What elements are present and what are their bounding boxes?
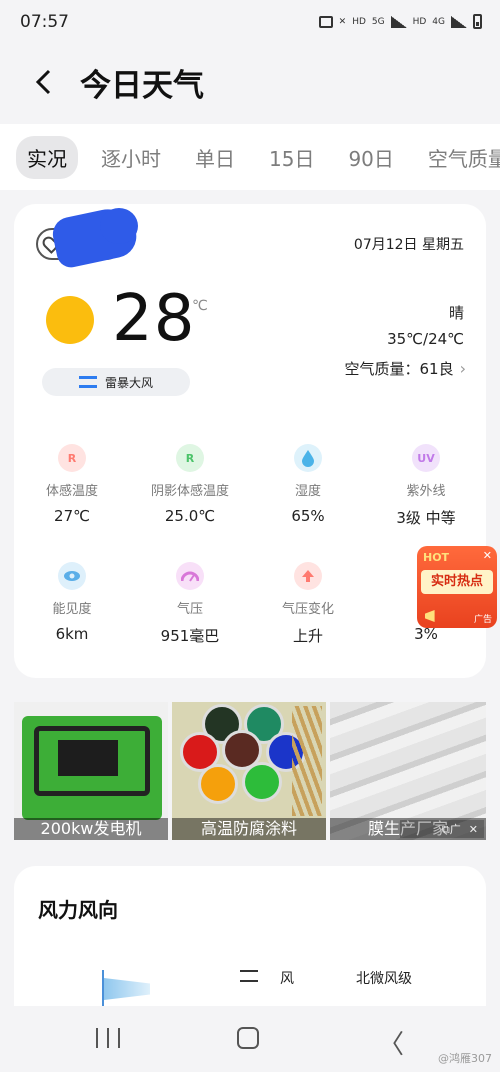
wind-label: 风 bbox=[280, 971, 294, 987]
back-button[interactable] bbox=[14, 52, 74, 112]
metric-label: 湿度 bbox=[294, 484, 321, 499]
message-icon bbox=[318, 15, 333, 28]
weather-card: 07月12日 星期五 28 ℃ 雷暴大风 晴 35℃/24℃ 空气质量：61良 … bbox=[14, 204, 497, 678]
metric-value: 65% bbox=[291, 507, 325, 525]
battery-icon bbox=[473, 14, 482, 29]
weather-alert[interactable]: 雷暴大风 bbox=[42, 368, 190, 396]
tab-90day[interactable]: 90日 bbox=[337, 136, 404, 179]
chevron-right-icon: › bbox=[459, 359, 466, 378]
wind-value: 北微风级 bbox=[356, 971, 412, 987]
temperature-unit: ℃ bbox=[192, 298, 208, 314]
metric-value: 25.0℃ bbox=[164, 507, 216, 525]
tab-15day[interactable]: 15日 bbox=[258, 136, 325, 179]
metric-value: 27℃ bbox=[54, 507, 90, 525]
pressure-icon bbox=[176, 562, 204, 590]
wind-card: 风力风向 风 北微风级 bbox=[14, 866, 486, 1016]
home-button[interactable] bbox=[237, 1027, 259, 1049]
current-temperature: 28 bbox=[112, 282, 196, 356]
5g-icon: 5G bbox=[371, 16, 385, 27]
back-arrow-icon bbox=[35, 69, 51, 95]
uv-icon: UV bbox=[412, 444, 440, 472]
hot-news-ad[interactable]: HOT ✕ 实时热点 广告 bbox=[417, 546, 497, 628]
metric-value: 951毫巴 bbox=[160, 627, 220, 645]
signal-icon bbox=[390, 15, 407, 28]
tab-air-quality[interactable]: 空气质量 bbox=[417, 136, 500, 179]
paint-jar-green bbox=[242, 762, 282, 802]
tab-live[interactable]: 实况 bbox=[16, 135, 78, 179]
paint-jar-orange bbox=[198, 764, 238, 804]
metric-label: 体感温度 bbox=[45, 484, 98, 499]
condition-label: 晴 bbox=[448, 304, 464, 322]
aqi-label: 空气质量：61良 bbox=[344, 360, 454, 378]
status-icons: ✕ HD 5G HD 4G bbox=[318, 14, 482, 29]
metric-shade-feels-like: R 阴影体感温度 25.0℃ bbox=[132, 444, 248, 525]
alert-label: 雷暴大风 bbox=[104, 375, 153, 390]
metric-label: 紫外线 bbox=[406, 484, 446, 499]
wind-icon bbox=[240, 970, 258, 982]
wind-section-title: 风力风向 bbox=[38, 898, 118, 922]
system-nav-bar: 〈 @鸿雁307 bbox=[0, 1006, 500, 1072]
feels-like-icon: R bbox=[58, 444, 86, 472]
metric-label: 气压 bbox=[176, 602, 203, 617]
ad-tile-film[interactable]: 膜生产厂家 ⧉广 ✕ bbox=[330, 702, 486, 840]
humidity-icon bbox=[294, 444, 322, 472]
metric-label: 阴影体感温度 bbox=[150, 484, 229, 499]
redaction-scribble-2 bbox=[100, 208, 138, 244]
metric-value: 6km bbox=[55, 625, 89, 643]
temperature-range: 35℃/24℃ bbox=[387, 330, 464, 348]
generator-panel bbox=[58, 740, 118, 776]
close-icon[interactable]: ✕ bbox=[469, 823, 478, 836]
ad-tile-generator[interactable]: 200kw发电机 bbox=[14, 702, 168, 840]
windsock-icon bbox=[102, 970, 150, 1006]
shade-feels-like-icon: R bbox=[176, 444, 204, 472]
header: 今日天气 bbox=[0, 50, 500, 114]
page-title: 今日天气 bbox=[80, 67, 204, 104]
visibility-icon bbox=[58, 562, 86, 590]
nav-back-button[interactable]: 〈 bbox=[378, 1024, 404, 1061]
4g-icon: 4G bbox=[432, 16, 445, 27]
status-bar: 07:57 ✕ HD 5G HD 4G bbox=[0, 0, 500, 44]
hd-icon-2: HD bbox=[412, 16, 427, 27]
ad-main-label: 实时热点 bbox=[421, 570, 493, 594]
metric-visibility: 能见度 6km bbox=[14, 562, 130, 643]
tab-hourly[interactable]: 逐小时 bbox=[90, 136, 172, 179]
metric-feels-like: R 体感温度 27℃ bbox=[14, 444, 130, 525]
recent-apps-button[interactable] bbox=[96, 1028, 120, 1048]
metric-pressure: 气压 951毫巴 bbox=[132, 562, 248, 646]
ad-caption: 高温防腐涂料 bbox=[172, 818, 326, 840]
tab-bar: 实况 逐小时 单日 15日 90日 空气质量 bbox=[0, 124, 500, 190]
ad-hot-label: HOT bbox=[423, 551, 450, 564]
tab-daily[interactable]: 单日 bbox=[184, 136, 246, 179]
date-label: 07月12日 星期五 bbox=[353, 237, 464, 253]
close-icon[interactable]: ✕ bbox=[483, 549, 492, 562]
metric-uv: UV 紫外线 3级 中等 bbox=[368, 444, 484, 528]
air-quality-link[interactable]: 空气质量：61良 › bbox=[345, 358, 467, 379]
status-time: 07:57 bbox=[20, 12, 69, 32]
ad-tag-bar: ⧉广 ✕ bbox=[400, 820, 484, 838]
mute-icon: ✕ bbox=[338, 16, 347, 27]
metric-humidity: 湿度 65% bbox=[250, 444, 366, 525]
ad-caption: 200kw发电机 bbox=[14, 818, 168, 840]
hd-icon: HD bbox=[352, 16, 366, 27]
wind-alert-icon bbox=[78, 376, 97, 388]
megaphone-icon bbox=[425, 610, 435, 622]
ad-banner-row: 200kw发电机 高温防腐涂料 膜生产厂家 ⧉广 ✕ bbox=[14, 702, 486, 840]
metric-label: 气压变化 bbox=[281, 602, 334, 617]
metric-value: 3级 中等 bbox=[396, 509, 456, 527]
ad-info-icon[interactable]: ⧉广 bbox=[442, 821, 461, 837]
metric-label: 能见度 bbox=[52, 602, 92, 617]
metric-value: 上升 bbox=[292, 627, 323, 645]
paint-brushes bbox=[292, 706, 322, 816]
metric-pressure-change: 气压变化 上升 bbox=[250, 562, 366, 646]
ad-tile-paint[interactable]: 高温防腐涂料 bbox=[172, 702, 326, 840]
pressure-change-icon bbox=[294, 562, 322, 590]
signal-icon-2 bbox=[451, 15, 467, 28]
ad-tag: 广告 bbox=[473, 615, 492, 625]
sun-icon bbox=[46, 296, 94, 344]
watermark: @鸿雁307 bbox=[438, 1052, 492, 1065]
